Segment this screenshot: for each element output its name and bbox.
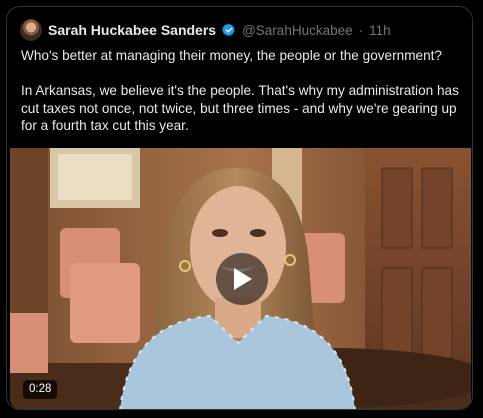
- video-duration: 0:28: [23, 380, 58, 399]
- timestamp[interactable]: 11h: [369, 23, 391, 38]
- separator-dot: ·: [358, 22, 364, 38]
- video-player[interactable]: 0:28: [10, 148, 471, 409]
- tweet-text: Who's better at managing their money, th…: [21, 47, 461, 135]
- tweet-paragraph: Who's better at managing their money, th…: [21, 48, 442, 63]
- avatar[interactable]: [20, 19, 42, 41]
- verified-badge-icon: [222, 23, 235, 37]
- author-name[interactable]: Sarah Huckabee Sanders: [48, 22, 216, 38]
- tweet-header: Sarah Huckabee Sanders @SarahHuckabee · …: [20, 19, 462, 41]
- tweet-card[interactable]: Sarah Huckabee Sanders @SarahHuckabee · …: [6, 6, 473, 410]
- tweet-paragraph: In Arkansas, we believe it's the people.…: [21, 83, 459, 133]
- play-button[interactable]: [216, 253, 268, 305]
- author-handle[interactable]: @SarahHuckabee: [242, 23, 353, 38]
- play-icon: [234, 268, 252, 290]
